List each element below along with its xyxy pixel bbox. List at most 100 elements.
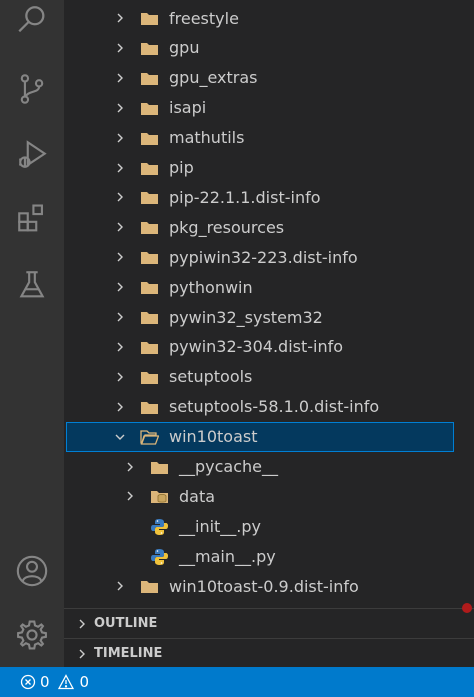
error-count: 0 bbox=[40, 673, 50, 691]
folder-item[interactable]: pywin32-304.dist-info bbox=[64, 332, 474, 362]
tree-item-label: pip-22.1.1.dist-info bbox=[169, 187, 321, 207]
outline-label: OUTLINE bbox=[94, 616, 158, 631]
tree-item-label: setuptools bbox=[169, 367, 253, 387]
folder-icon bbox=[140, 399, 159, 415]
folder-icon bbox=[140, 130, 159, 146]
tree-item-label: gpu bbox=[169, 38, 200, 58]
activity-bar bbox=[0, 0, 64, 667]
chevron-right-icon bbox=[122, 488, 138, 504]
run-debug-icon[interactable] bbox=[0, 130, 64, 180]
chevron-right-icon bbox=[112, 189, 128, 205]
problems-status[interactable]: 0 0 bbox=[20, 673, 89, 691]
timeline-label: TIMELINE bbox=[94, 646, 163, 661]
tree-item-label: pypiwin32-223.dist-info bbox=[169, 247, 358, 267]
chevron-right-icon bbox=[112, 369, 128, 385]
tree-item-label: setuptools-58.1.0.dist-info bbox=[169, 397, 380, 417]
warning-count: 0 bbox=[79, 673, 90, 691]
explorer-panel: freestyle gpu gpu_extrasisapi mathutils pip p… bbox=[64, 0, 474, 667]
tree-item-label: win10toast bbox=[169, 427, 258, 447]
chevron-right-icon bbox=[74, 616, 90, 632]
folder-item[interactable]: freestyle bbox=[64, 3, 474, 33]
folder-item[interactable]: gpu bbox=[64, 33, 474, 63]
file-item[interactable]: __init__.py bbox=[64, 511, 474, 541]
tree-item-label: pkg_resources bbox=[169, 217, 285, 237]
folder-icon bbox=[140, 309, 159, 325]
database-folder-icon bbox=[150, 488, 169, 504]
chevron-right-icon bbox=[74, 646, 90, 662]
status-bar: 0 0 bbox=[0, 667, 474, 697]
chevron-right-icon bbox=[112, 578, 128, 594]
tree-item-label: pip bbox=[169, 158, 194, 177]
tree-item-label: pywin32-304.dist-info bbox=[169, 337, 344, 357]
folder-icon bbox=[140, 100, 159, 116]
folder-icon bbox=[140, 369, 159, 385]
python-file-icon bbox=[150, 548, 169, 566]
tree-item-label: pythonwin bbox=[169, 277, 253, 297]
chevron-right-icon bbox=[112, 40, 128, 56]
folder-item[interactable]: setuptools bbox=[64, 362, 474, 392]
chevron-right-icon bbox=[112, 160, 128, 176]
chevron-right-icon bbox=[112, 279, 128, 295]
folder-item[interactable]: pkg_resources bbox=[64, 212, 474, 242]
timeline-section-header[interactable]: TIMELINE bbox=[64, 638, 474, 668]
chevron-right-icon bbox=[112, 309, 128, 325]
tree-item-label: data bbox=[179, 486, 216, 506]
folder-item[interactable]: pip-22.1.1.dist-info bbox=[64, 182, 474, 212]
folder-item[interactable]: setuptools-58.1.0.dist-info bbox=[64, 392, 474, 422]
chevron-right-icon bbox=[112, 399, 128, 415]
search-icon[interactable] bbox=[0, 0, 64, 45]
open-folder-icon bbox=[140, 429, 160, 445]
tree-item-label: __main__.py bbox=[179, 546, 276, 566]
folder-item[interactable]: isapi bbox=[64, 93, 474, 123]
folder-item[interactable]: win10toast bbox=[66, 421, 454, 452]
scrollbar-indicator bbox=[462, 603, 472, 613]
source-control-icon[interactable] bbox=[0, 64, 64, 114]
folder-item[interactable]: data bbox=[64, 481, 474, 511]
folder-item[interactable]: gpu_extras bbox=[64, 63, 474, 93]
folder-icon bbox=[140, 279, 159, 295]
tree-item-label: pywin32_system32 bbox=[169, 307, 323, 327]
folder-item[interactable]: win10toast-0.9.dist-info bbox=[64, 571, 474, 601]
chevron-right-icon bbox=[112, 70, 128, 86]
error-icon bbox=[20, 674, 36, 690]
chevron-right-icon bbox=[112, 219, 128, 235]
folder-icon bbox=[140, 70, 159, 86]
outline-section-header[interactable]: OUTLINE bbox=[64, 608, 474, 638]
testing-flask-icon[interactable] bbox=[0, 260, 64, 310]
folder-icon bbox=[140, 40, 159, 56]
file-item[interactable]: __main__.py bbox=[64, 541, 474, 571]
python-file-icon bbox=[150, 518, 169, 536]
chevron-right-icon bbox=[112, 10, 128, 26]
extensions-icon[interactable] bbox=[0, 194, 64, 244]
chevron-right-icon bbox=[112, 130, 128, 146]
tree-item-label: __pycache__ bbox=[179, 457, 279, 476]
folder-item[interactable]: mathutils bbox=[64, 123, 474, 153]
tree-item-label: gpu_extras bbox=[169, 68, 258, 88]
folder-icon bbox=[150, 459, 169, 475]
folder-icon bbox=[140, 160, 159, 176]
folder-icon bbox=[140, 219, 159, 235]
folder-icon bbox=[140, 249, 159, 265]
tree-item-label: __init__.py bbox=[179, 516, 262, 536]
chevron-right-icon bbox=[112, 339, 128, 355]
folder-item[interactable]: pip bbox=[64, 153, 474, 183]
tree-item-label: win10toast-0.9.dist-info bbox=[169, 576, 359, 596]
tree-item-label: mathutils bbox=[169, 128, 245, 148]
folder-item[interactable]: pywin32_system32 bbox=[64, 302, 474, 332]
folder-icon bbox=[140, 189, 159, 205]
tree-item-label: freestyle bbox=[169, 8, 239, 28]
folder-icon bbox=[140, 578, 159, 594]
chevron-right-icon bbox=[112, 100, 128, 116]
chevron-right-icon bbox=[112, 249, 128, 265]
chevron-right-icon bbox=[122, 459, 138, 475]
folder-icon bbox=[140, 339, 159, 355]
folder-item[interactable]: __pycache__ bbox=[64, 452, 474, 482]
settings-gear-icon[interactable] bbox=[0, 610, 64, 660]
folder-item[interactable]: pythonwin bbox=[64, 272, 474, 302]
folder-icon bbox=[140, 10, 159, 26]
chevron-down-icon bbox=[112, 429, 128, 445]
warning-icon bbox=[57, 674, 74, 690]
tree-item-label: isapi bbox=[169, 98, 207, 118]
folder-item[interactable]: pypiwin32-223.dist-info bbox=[64, 242, 474, 272]
account-icon[interactable] bbox=[0, 546, 64, 596]
